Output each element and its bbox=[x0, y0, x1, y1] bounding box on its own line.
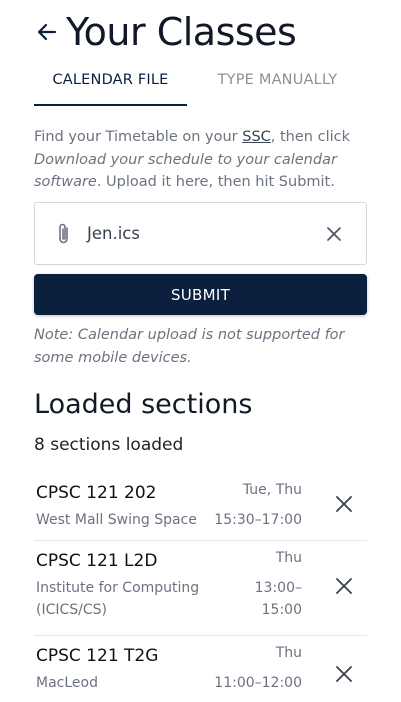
loaded-sections-heading: Loaded sections bbox=[34, 389, 253, 420]
remove-section-icon[interactable] bbox=[333, 493, 355, 515]
remove-section-icon[interactable] bbox=[333, 575, 355, 597]
course-days: Thu bbox=[275, 645, 302, 661]
course-code: CPSC 121 L2D bbox=[36, 551, 158, 571]
tab-type-manually[interactable]: TYPE MANUALLY bbox=[187, 62, 368, 106]
sections-count: 8 sections loaded bbox=[34, 435, 184, 455]
paperclip-icon bbox=[54, 221, 74, 247]
mobile-support-note: Note: Calendar upload is not supported f… bbox=[34, 327, 345, 366]
course-days: Tue, Thu bbox=[242, 482, 302, 498]
course-time: 11:00–12:00 bbox=[214, 675, 302, 691]
course-location: MacLeod bbox=[36, 675, 98, 691]
page-header: Your Classes bbox=[34, 8, 297, 56]
page-title: Your Classes bbox=[66, 10, 297, 54]
submit-button[interactable]: SUBMIT bbox=[34, 274, 367, 315]
course-code: CPSC 121 T2G bbox=[36, 646, 159, 666]
ssc-link[interactable]: SSC bbox=[242, 129, 271, 145]
instructions-text-2: , then click bbox=[270, 129, 350, 145]
course-location: West Mall Swing Space bbox=[36, 512, 197, 528]
selected-file-name: Jen.ics bbox=[87, 224, 140, 243]
course-time: 13:00–15:00 bbox=[254, 580, 302, 618]
close-icon[interactable] bbox=[323, 223, 345, 245]
instructions-text-3: . Upload it here, then hit Submit. bbox=[96, 174, 335, 190]
list-item: CPSC 121 202 West Mall Swing Space Tue, … bbox=[34, 473, 367, 541]
course-code: CPSC 121 202 bbox=[36, 483, 157, 503]
remove-section-icon[interactable] bbox=[333, 663, 355, 685]
list-item: CPSC 121 T2G MacLeod Thu 11:00–12:00 bbox=[34, 636, 367, 702]
upload-instructions: Find your Timetable on your SSC, then cl… bbox=[34, 126, 368, 194]
upload-mode-tabs: CALENDAR FILE TYPE MANUALLY bbox=[34, 62, 368, 106]
course-time: 15:30–17:00 bbox=[214, 512, 302, 528]
list-item: CPSC 121 L2D Institute for Computing (IC… bbox=[34, 541, 367, 636]
arrow-left-icon[interactable] bbox=[34, 19, 60, 45]
loaded-sections-list: CPSC 121 202 West Mall Swing Space Tue, … bbox=[34, 473, 367, 702]
instructions-text-1: Find your Timetable on your bbox=[34, 129, 243, 145]
course-days: Thu bbox=[275, 550, 302, 566]
course-location: Institute for Computing (ICICS/CS) bbox=[36, 580, 200, 618]
tab-calendar-file[interactable]: CALENDAR FILE bbox=[34, 62, 187, 106]
calendar-file-input[interactable]: Jen.ics bbox=[34, 202, 367, 265]
